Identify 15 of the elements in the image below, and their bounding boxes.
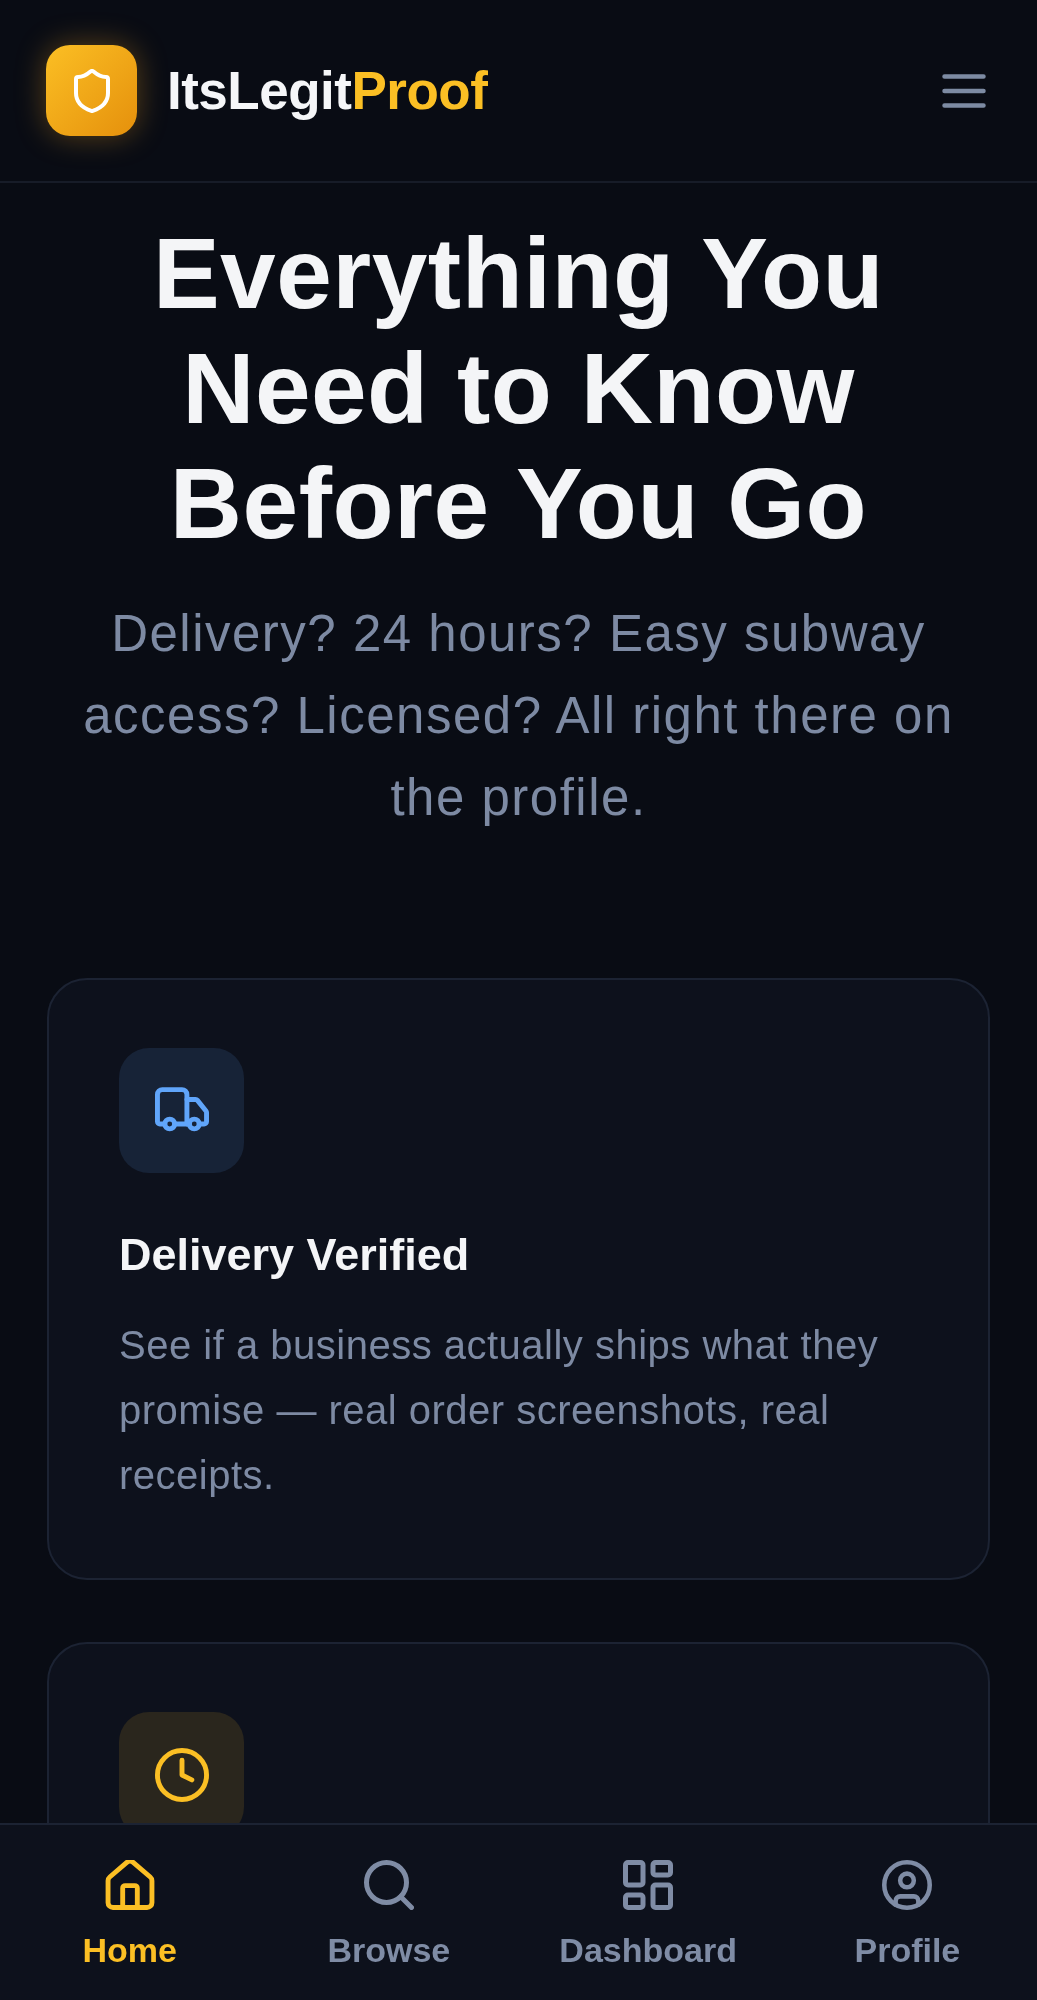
shield-icon — [46, 45, 137, 136]
feature-title: Delivery Verified — [119, 1228, 471, 1282]
nav-tab[interactable]: Home — [0, 1825, 260, 2000]
search-icon — [363, 1860, 414, 1910]
feature-description: See if a business actually ships what they promise — real order screenshots, real receipts. — [119, 1322, 880, 1499]
menu-icon — [942, 73, 986, 108]
home-icon — [104, 1860, 155, 1910]
user-circle-icon — [882, 1860, 933, 1910]
grid-icon — [623, 1860, 674, 1910]
brand-name: ItsLegitProof — [167, 59, 488, 122]
nav-tab[interactable]: Profile — [777, 1825, 1037, 2000]
hero-title: Everything You Need to Know Before You Go — [151, 216, 886, 561]
hero-subtitle: Delivery? 24 hours? Easy subway access? Licensed? All right there on the profile. — [82, 604, 955, 828]
nav-tab[interactable]: Browse — [259, 1825, 519, 2000]
nav-tab[interactable]: Dashboard — [518, 1825, 778, 2000]
